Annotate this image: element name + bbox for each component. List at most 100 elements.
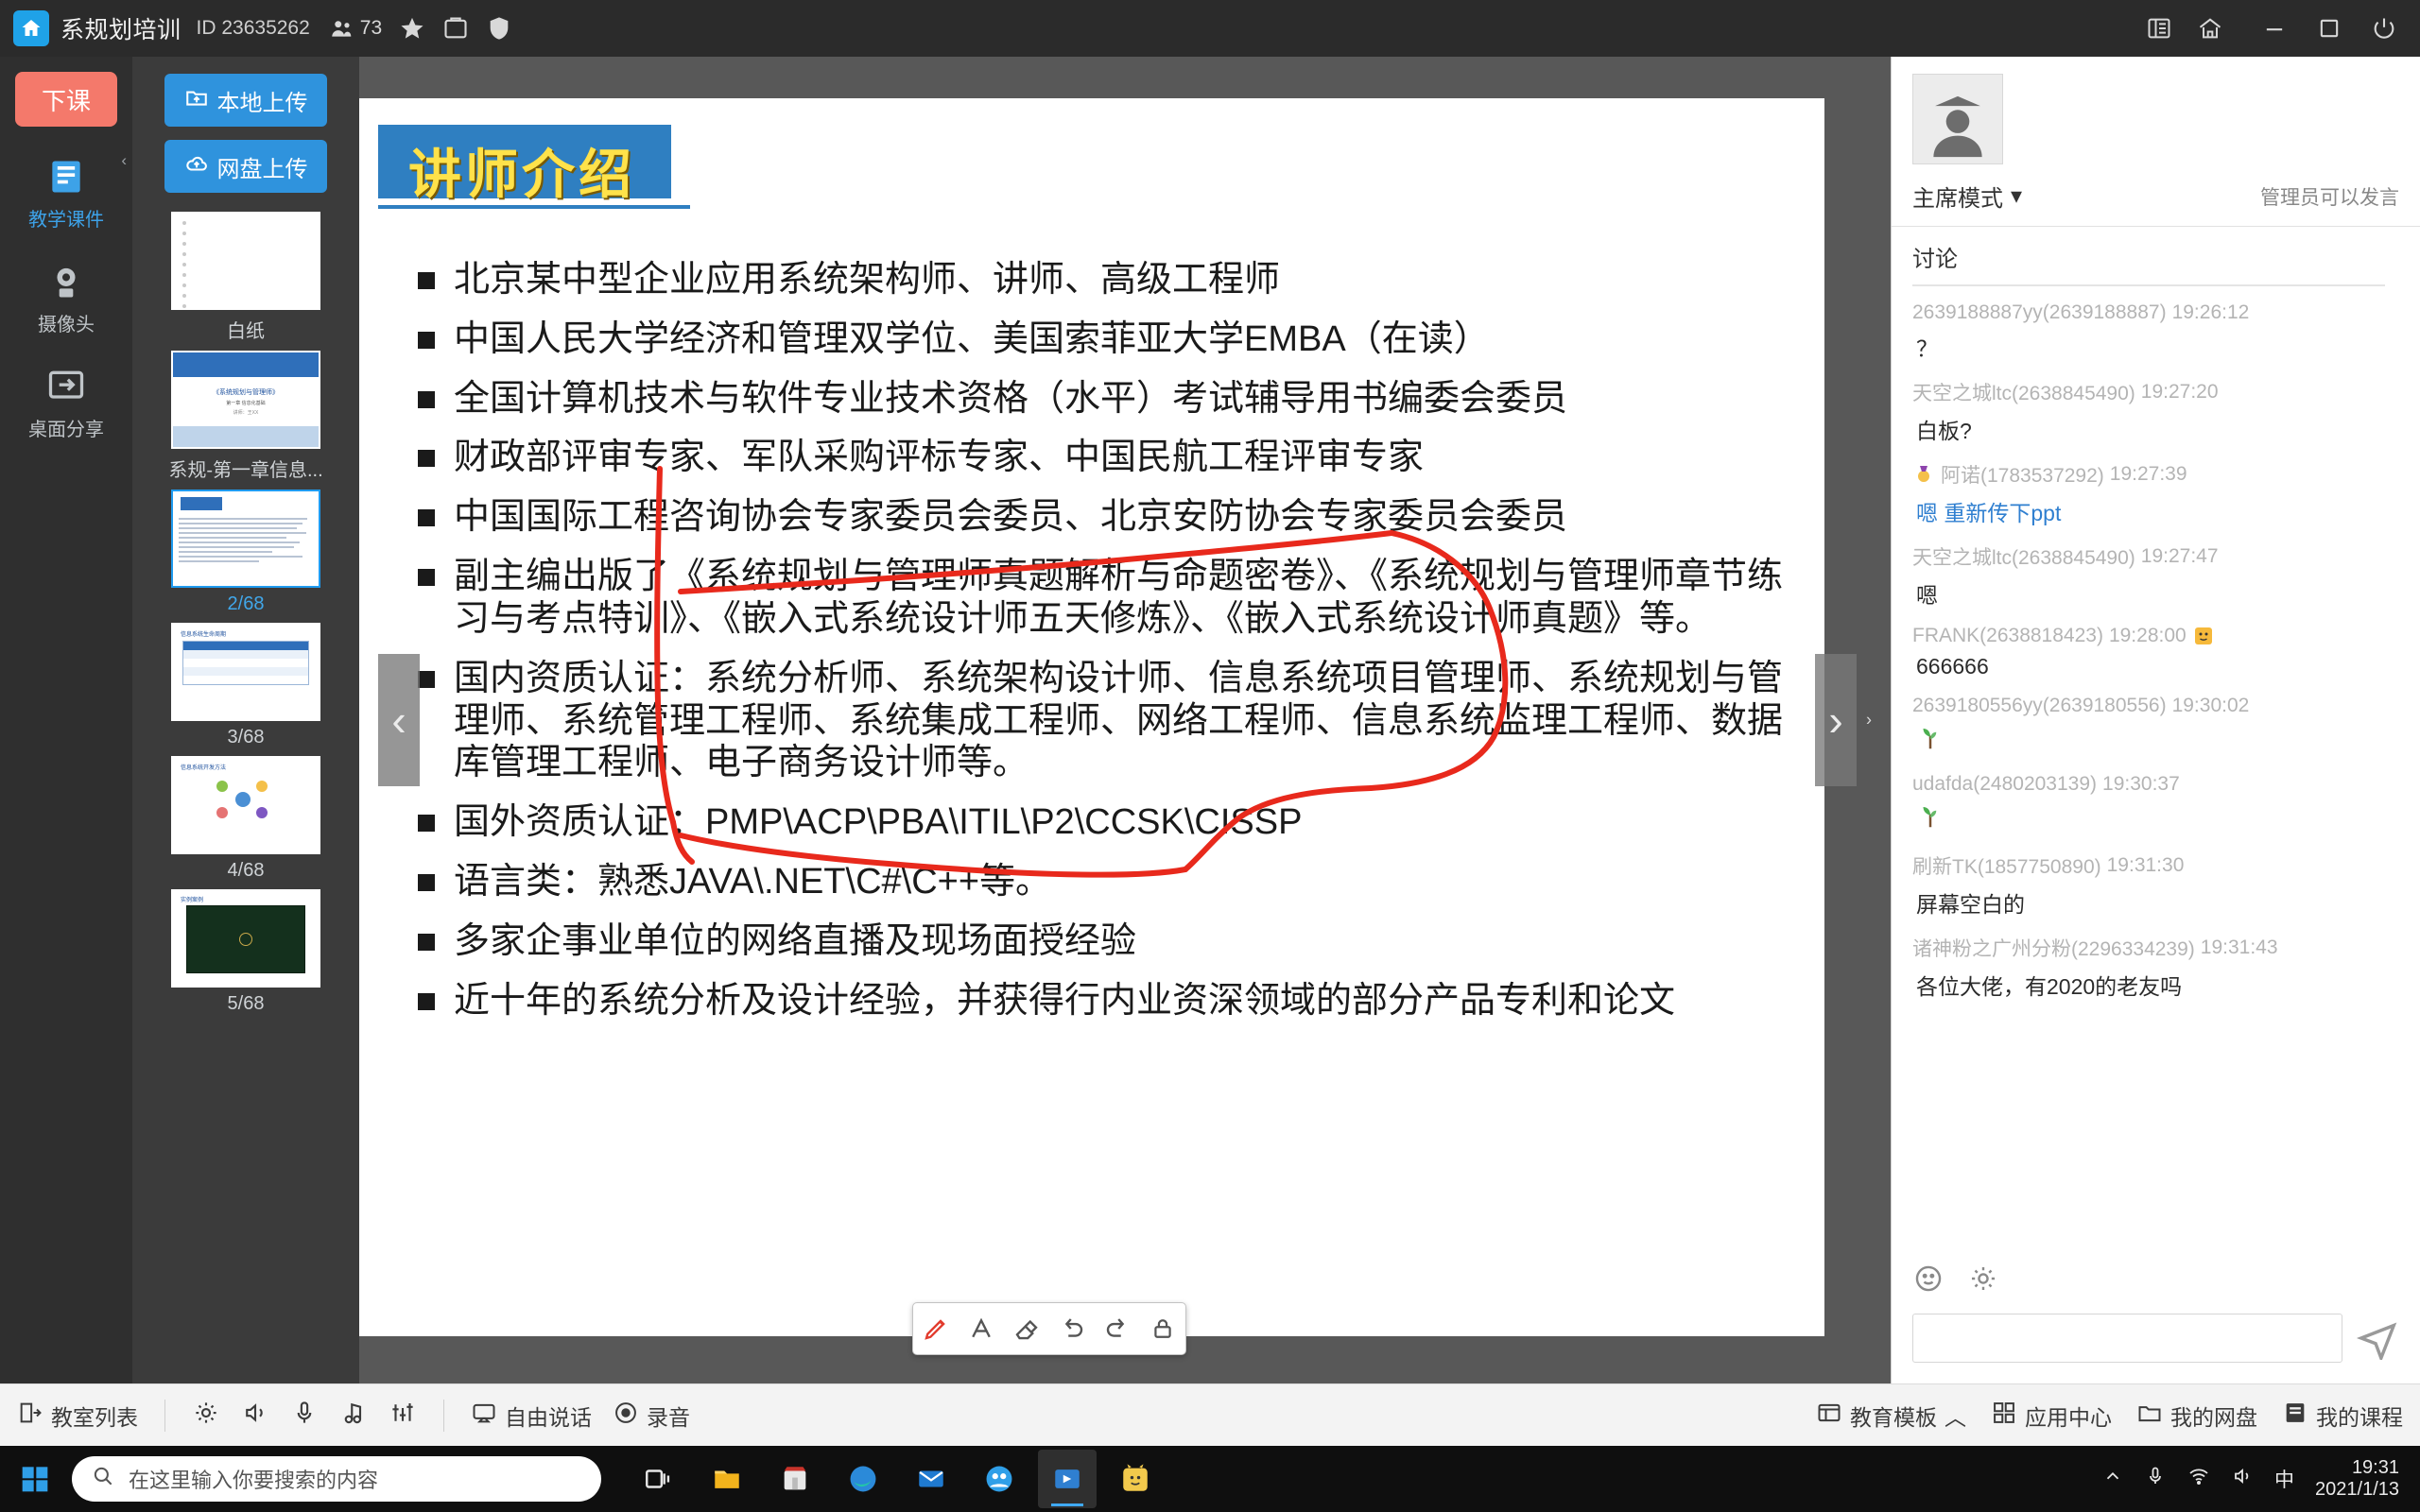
star-icon[interactable] [399, 15, 425, 42]
power-icon[interactable] [2371, 15, 2397, 42]
record-label: 录音 [647, 1404, 690, 1430]
list-item[interactable]: 白纸 [132, 206, 359, 345]
window-buttons [2261, 15, 2397, 42]
app-center-button[interactable]: 应用中心 [1991, 1400, 2112, 1432]
message-author: 刷新TK(1857750890) [1912, 856, 2101, 878]
template-menu[interactable]: 教育模板 ︿ [1816, 1400, 1966, 1432]
camera-icon [44, 260, 88, 303]
edge-icon[interactable] [834, 1450, 892, 1508]
list-item[interactable]: 信息系统开发方法 4/68 [132, 750, 359, 884]
bullet-item: 中国国际工程咨询协会专家委员会委员、北京安防协会专家委员会委员 [418, 496, 1787, 539]
message-text: 666666 [1916, 654, 1989, 679]
settings-gear-icon[interactable] [192, 1399, 220, 1433]
network-icon[interactable] [2187, 1465, 2210, 1493]
shield-icon[interactable] [486, 15, 512, 42]
list-item[interactable]: 实例案例 5/68 [132, 884, 359, 1017]
my-course-icon [2282, 1400, 2308, 1432]
music-icon[interactable] [339, 1399, 368, 1433]
screenshot-icon[interactable] [442, 15, 469, 42]
main-body: 下课 ‹ 教学课件 摄像头 桌面分享 本地上传 网盘上传 白纸 《系统规划与管理… [0, 57, 2420, 1383]
store-icon[interactable] [766, 1450, 824, 1508]
list-item: 诸神粉之广州分粉(2296334239) 19:31:43 各位大佬，有2020的… [1912, 934, 2399, 1001]
my-course-button[interactable]: 我的课程 [2282, 1400, 2403, 1432]
send-icon[interactable] [2356, 1316, 2399, 1363]
message-emoji [1912, 724, 2399, 758]
divider [443, 1399, 444, 1432]
chevron-left-icon[interactable]: ‹ [121, 151, 127, 170]
upload-local-button[interactable]: 本地上传 [164, 74, 327, 127]
message-list[interactable]: 2639188887yy(2639188887) 19:26:12 ？ 天空之城l… [1892, 292, 2420, 1253]
home-icon[interactable] [13, 10, 49, 46]
prev-slide-button[interactable]: ‹ [378, 654, 420, 786]
sidebar-item-camera[interactable]: 摄像头 [0, 249, 132, 350]
upload-cloud-button[interactable]: 网盘上传 [164, 140, 327, 193]
bullet-item: 国外资质认证：PMP\ACP\PBA\ITIL\P2\CCSK\CISSP [418, 801, 1787, 844]
desktop-share-icon [44, 365, 88, 408]
emoji-icon[interactable] [1912, 1263, 1945, 1295]
pen-tool[interactable] [920, 1313, 952, 1345]
next-slide-button[interactable]: › [1815, 654, 1857, 786]
classroom-icon[interactable] [2197, 15, 2223, 42]
slide-canvas[interactable]: 讲师介绍 北京某中型企业应用系统架构师、讲师、高级工程师 中国人民大学经济和管理… [359, 98, 1824, 1336]
free-speak-button[interactable]: 自由说话 [471, 1400, 592, 1432]
sidebar-item-desktop-share[interactable]: 桌面分享 [0, 353, 132, 455]
windows-start-icon[interactable] [6, 1450, 64, 1508]
leave-class-button[interactable]: 下课 [15, 72, 117, 127]
maximize-icon[interactable] [2316, 15, 2342, 42]
ime-icon[interactable]: 中 [2274, 1465, 2294, 1493]
volume-icon[interactable] [2231, 1465, 2254, 1493]
chat-tabs: 讨论 [1892, 227, 2420, 292]
free-speak-icon [471, 1400, 497, 1432]
list-item[interactable]: ▾ 《系统规划与管理师》 第一章 信息化基础 讲师：王XX 系规-第一章信息..… [132, 345, 359, 484]
message-time: 19:30:02 [2171, 695, 2250, 716]
classroom-list-button[interactable]: 教室列表 [17, 1400, 138, 1432]
eraser-tool[interactable] [1011, 1313, 1043, 1345]
stage-collapse-icon[interactable]: › [1866, 711, 1872, 730]
redo-tool[interactable] [1101, 1313, 1133, 1345]
speaker-icon[interactable] [241, 1399, 269, 1433]
minimize-icon[interactable] [2261, 15, 2288, 42]
tab-discussion[interactable]: 讨论 [1912, 240, 2399, 273]
classin-icon[interactable] [1038, 1450, 1097, 1508]
chevron-up-icon[interactable]: ︿ [1945, 1400, 1966, 1432]
mail-icon[interactable] [902, 1450, 960, 1508]
message-author: 阿诺(1783537292) [1941, 465, 2104, 487]
bullet-item: 中国人民大学经济和管理双学位、美国索菲亚大学EMBA（在读） [418, 318, 1787, 361]
bottom-toolbar-right: 教育模板 ︿ 应用中心 我的网盘 我的课程 [1816, 1400, 2403, 1432]
meeting-icon[interactable] [970, 1450, 1028, 1508]
equalizer-icon[interactable] [389, 1399, 417, 1433]
list-item[interactable]: 2/68 [132, 484, 359, 617]
cat-app-icon[interactable] [1106, 1450, 1165, 1508]
microphone-icon[interactable] [290, 1399, 319, 1433]
courseware-thumbnail-panel[interactable]: 本地上传 网盘上传 白纸 ▾ [132, 57, 359, 1383]
record-button[interactable]: 录音 [613, 1400, 690, 1432]
chat-mode-dropdown[interactable]: 主席模式 ▾ [1912, 180, 2022, 213]
chevron-up-icon[interactable] [2102, 1466, 2123, 1492]
taskbar-clock[interactable]: 19:31 2021/1/13 [2315, 1457, 2399, 1501]
list-item-label: 系规-第一章信息... [168, 460, 323, 481]
list-item: 天空之城ltc(2638845490) 19:27:47 嗯 [1912, 542, 2399, 610]
settings-gear-icon[interactable] [1967, 1263, 1999, 1295]
chat-input[interactable] [1912, 1314, 2342, 1363]
template-label: 教育模板 [1850, 1404, 1937, 1430]
file-explorer-icon[interactable] [698, 1450, 756, 1508]
my-course-label: 我的课程 [2316, 1404, 2403, 1430]
thumb-preview: 信息系统生命周期 [171, 623, 320, 721]
chevron-down-icon[interactable]: ▾ [2011, 182, 2022, 210]
lock-tool[interactable] [1147, 1313, 1179, 1345]
taskbar-search[interactable]: 在这里输入你要搜索的内容 [72, 1456, 601, 1502]
list-panel-icon[interactable] [2146, 15, 2172, 42]
task-view-icon[interactable] [630, 1450, 688, 1508]
list-item[interactable]: 信息系统生命周期 3/68 [132, 617, 359, 750]
annotation-toolbar[interactable] [912, 1302, 1186, 1355]
chat-tool-row [1892, 1253, 2420, 1304]
message-time: 19:31:30 [2106, 854, 2185, 876]
mic-tray-icon[interactable] [2144, 1465, 2167, 1493]
my-cloud-disk-button[interactable]: 我的网盘 [2136, 1400, 2257, 1432]
my-cloud-disk-label: 我的网盘 [2170, 1404, 2257, 1430]
sidebar-item-courseware[interactable]: ‹ 教学课件 [0, 144, 132, 245]
thumb-preview [171, 212, 320, 310]
text-tool[interactable] [965, 1313, 997, 1345]
undo-tool[interactable] [1056, 1313, 1088, 1345]
list-item-label: 4/68 [227, 860, 265, 881]
